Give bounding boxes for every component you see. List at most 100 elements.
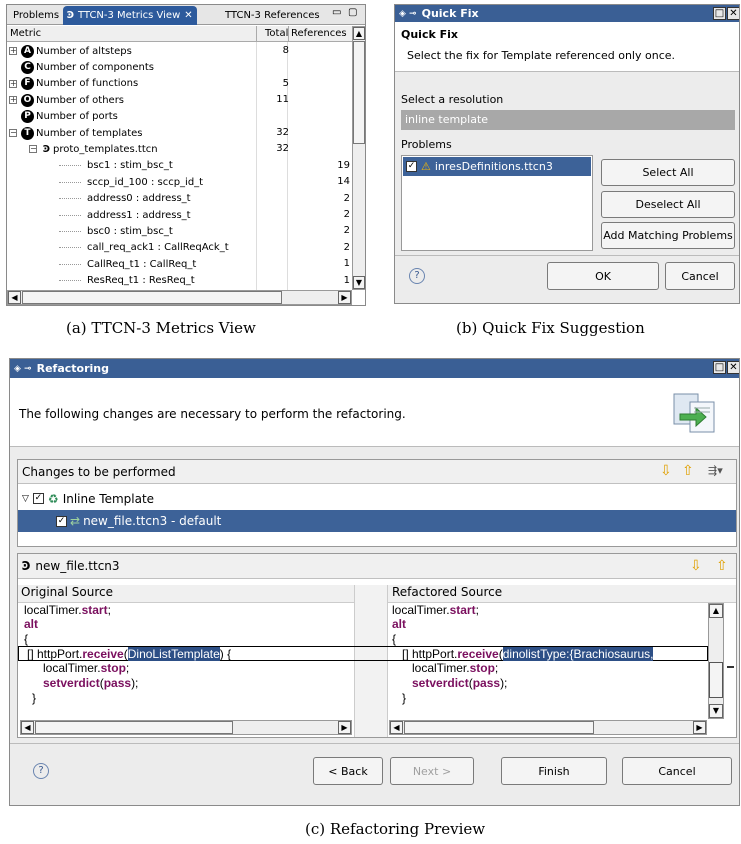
add-matching-problems-button[interactable]: Add Matching Problems: [601, 222, 735, 249]
hscroll-thumb[interactable]: [35, 721, 233, 734]
metric-category-icon: O: [21, 93, 34, 107]
caption-c: (c) Refactoring Preview: [305, 820, 486, 838]
col-references[interactable]: References: [291, 28, 347, 39]
vertical-scrollbar[interactable]: ▲ ▼: [352, 26, 365, 290]
inline-template-checkbox[interactable]: ✓: [32, 493, 44, 504]
horizontal-scrollbar[interactable]: ◀ ▶: [7, 290, 352, 305]
col-total[interactable]: Total: [265, 28, 288, 39]
scroll-left-icon[interactable]: ◀: [21, 721, 34, 734]
metric-row[interactable]: P Number of ports: [7, 109, 352, 125]
scroll-right-icon[interactable]: ▶: [338, 721, 351, 734]
scroll-right-icon[interactable]: ▶: [693, 721, 706, 734]
expand-toggle-icon[interactable]: −: [29, 145, 37, 154]
scroll-thumb[interactable]: [353, 41, 365, 144]
refactoring-dialog: ◈ ⊸ Refactoring □ ✕ The following change…: [9, 358, 740, 806]
metric-row[interactable]: bsc1 : stim_bsc_t 19: [7, 158, 352, 174]
metric-category-icon: T: [21, 126, 34, 140]
hscroll-thumb[interactable]: [404, 721, 594, 734]
refactored-vscrollbar[interactable]: ▲ ▼: [708, 603, 724, 719]
cancel-button[interactable]: Cancel: [665, 262, 735, 290]
scroll-left-icon[interactable]: ◀: [8, 291, 21, 304]
window-menu-icon[interactable]: ◈ ⊸: [399, 9, 417, 19]
new-file-checkbox[interactable]: ✓: [56, 515, 67, 527]
refactored-code-pane[interactable]: localTimer.start; alt { [] httpPort.rece…: [388, 603, 708, 719]
metric-row[interactable]: C Number of components: [7, 59, 352, 75]
scroll-up-icon[interactable]: ▲: [353, 27, 365, 40]
quick-fix-header-area: Quick Fix Select the fix for Template re…: [395, 22, 739, 72]
close-icon[interactable]: ✕: [184, 10, 192, 21]
code-line-changed: [] httpPort.receive(DinoListTemplate) {: [18, 646, 354, 661]
expand-toggle-icon[interactable]: +: [9, 79, 17, 88]
tab-references[interactable]: TTCN-3 References: [221, 6, 324, 25]
metric-total: 32: [276, 143, 289, 155]
cancel-button[interactable]: Cancel: [622, 757, 732, 785]
metric-row[interactable]: + A Number of altsteps 8: [7, 43, 352, 59]
metric-row[interactable]: − T Number of templates 32: [7, 125, 352, 141]
tab-problems[interactable]: Problems: [9, 6, 63, 25]
scroll-down-icon[interactable]: ▼: [709, 704, 723, 718]
minimize-icon[interactable]: ▭: [332, 7, 341, 18]
quick-fix-heading: Quick Fix: [401, 28, 458, 41]
hscroll-thumb[interactable]: [22, 291, 282, 304]
metric-total: 11: [276, 94, 289, 106]
tree-node-inline-template[interactable]: ▽ ✓ ♻ Inline Template: [22, 490, 154, 507]
metric-row[interactable]: + F Number of functions 5: [7, 76, 352, 92]
original-hscrollbar[interactable]: ◀ ▶: [20, 720, 352, 735]
metric-row[interactable]: sccp_id_100 : sccp_id_t 14: [7, 174, 352, 190]
ok-button[interactable]: OK: [547, 262, 659, 290]
metric-references: 2: [343, 241, 350, 253]
code-line-changed: [] httpPort.receive(dinolistType:{Brachi…: [388, 646, 708, 661]
close-icon[interactable]: ✕: [727, 7, 739, 20]
metric-row[interactable]: address1 : address_t 2: [7, 207, 352, 223]
tree-node-new-file[interactable]: ✓ ⇄ new_file.ttcn3 - default: [18, 510, 736, 532]
expand-toggle-icon[interactable]: ▽: [22, 494, 29, 504]
expand-toggle-icon[interactable]: +: [9, 47, 17, 55]
metric-row[interactable]: bsc0 : stim_bsc_t 2: [7, 223, 352, 239]
metric-row[interactable]: call_req_ack1 : CallReqAck_t 2: [7, 240, 352, 256]
tree-line: [59, 247, 81, 249]
previous-change-icon[interactable]: ⇧: [682, 463, 694, 479]
tree-line: [59, 181, 81, 183]
scroll-up-icon[interactable]: ▲: [709, 604, 723, 618]
maximize-icon[interactable]: □: [713, 361, 726, 374]
metric-row[interactable]: ResReq_t1 : ResReq_t 1: [7, 273, 352, 289]
scroll-thumb[interactable]: [709, 662, 723, 698]
metric-references: 2: [343, 192, 350, 204]
col-metric[interactable]: Metric: [10, 28, 41, 39]
refactored-hscrollbar[interactable]: ◀ ▶: [389, 720, 707, 735]
window-menu-icon[interactable]: ◈ ⊸: [14, 364, 32, 374]
expand-toggle-icon[interactable]: −: [9, 129, 17, 137]
scroll-down-icon[interactable]: ▼: [353, 276, 365, 289]
tab-metrics-view[interactable]: Ͽ TTCN-3 Metrics View ✕: [63, 6, 197, 25]
scroll-right-icon[interactable]: ▶: [338, 291, 351, 304]
overview-ruler-marker: [727, 666, 734, 668]
original-code-pane[interactable]: localTimer.start; alt { [] httpPort.rece…: [18, 603, 354, 719]
close-icon[interactable]: ✕: [727, 361, 739, 374]
metric-row[interactable]: + O Number of others 11: [7, 92, 352, 108]
metric-row[interactable]: address0 : address_t 2: [7, 191, 352, 207]
help-icon[interactable]: ?: [33, 763, 49, 779]
previous-difference-icon[interactable]: ⇧: [716, 558, 728, 574]
metric-label: bsc0 : stim_bsc_t: [87, 225, 173, 237]
ttcn-file-icon: Ͽ: [43, 143, 50, 155]
next-difference-icon[interactable]: ⇩: [690, 558, 702, 574]
filter-dropdown-icon[interactable]: ⇶▾: [708, 464, 723, 477]
problem-checkbox[interactable]: ✓: [406, 161, 417, 172]
problem-item[interactable]: ✓ ⚠ inresDefinitions.ttcn3: [403, 157, 591, 176]
maximize-icon[interactable]: □: [713, 7, 726, 20]
next-change-icon[interactable]: ⇩: [660, 463, 672, 479]
next-button[interactable]: Next >: [390, 757, 474, 785]
maximize-icon[interactable]: ▢: [348, 7, 357, 18]
original-source-header: Original Source: [18, 585, 354, 603]
back-button[interactable]: < Back: [313, 757, 383, 785]
resolution-list[interactable]: inline template: [401, 110, 735, 130]
deselect-all-button[interactable]: Deselect All: [601, 191, 735, 218]
scroll-left-icon[interactable]: ◀: [390, 721, 403, 734]
help-icon[interactable]: ?: [409, 268, 425, 284]
select-all-button[interactable]: Select All: [601, 159, 735, 186]
metric-row[interactable]: − Ͽproto_templates.ttcn 32: [7, 141, 352, 157]
problems-list[interactable]: ✓ ⚠ inresDefinitions.ttcn3: [401, 155, 593, 251]
expand-toggle-icon[interactable]: +: [9, 96, 17, 105]
finish-button[interactable]: Finish: [501, 757, 607, 785]
metric-row[interactable]: CallReq_t1 : CallReq_t 1: [7, 256, 352, 272]
